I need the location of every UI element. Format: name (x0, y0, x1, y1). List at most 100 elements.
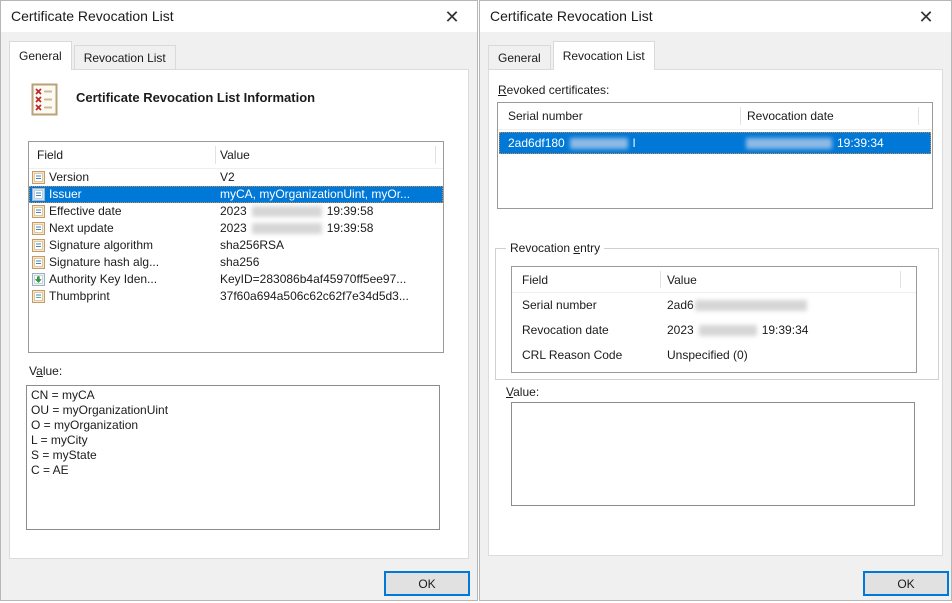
field-value: 2ad6 (667, 298, 812, 312)
value-line: C = AE (31, 463, 435, 478)
value-line: OU = myOrganizationUint (31, 403, 435, 418)
certificate-field-icon (32, 188, 45, 201)
window-title: Certificate Revocation List (11, 8, 174, 24)
window-title: Certificate Revocation List (490, 8, 653, 24)
column-divider[interactable] (740, 107, 741, 125)
table-row-effective-date[interactable]: Effective date 2023 19:39:58 (29, 203, 443, 220)
tab-strip: General Revocation List (488, 41, 657, 70)
ok-button[interactable]: OK (863, 571, 949, 596)
tab-general[interactable]: General (488, 45, 551, 70)
field-name: Signature hash alg... (49, 255, 159, 269)
redacted-text (695, 300, 807, 311)
certificate-field-icon (32, 239, 45, 252)
table-row-next-update[interactable]: Next update 2023 19:39:58 (29, 220, 443, 237)
extension-download-icon (32, 273, 45, 286)
redacted-text (699, 325, 757, 336)
revocation-date-cell: 19:39:34 (741, 136, 884, 150)
field-name: Version (49, 170, 89, 184)
table-row-authority-key-identifier[interactable]: Authority Key Iden... KeyID=283086b4af45… (29, 271, 443, 288)
titlebar[interactable]: Certificate Revocation List ✕ (480, 1, 951, 32)
field-value: KeyID=283086b4af45970ff5ee97... (220, 272, 406, 286)
column-divider[interactable] (215, 146, 216, 164)
list-header: Field Value (512, 267, 916, 293)
certificate-field-icon (32, 171, 45, 184)
column-header-serial[interactable]: Serial number (508, 103, 583, 129)
value-line: O = myOrganization (31, 418, 435, 433)
tab-strip: General Revocation List (9, 41, 178, 70)
field-value: sha256 (220, 255, 259, 269)
revocation-entry-label: Revocation entry (506, 241, 604, 255)
field-name: Signature algorithm (49, 238, 153, 252)
crl-fields-list[interactable]: Field Value Version V2 Issuer myCA, myOr… (28, 141, 444, 353)
ok-button[interactable]: OK (384, 571, 470, 596)
column-divider[interactable] (900, 271, 901, 288)
tab-revocation-list[interactable]: Revocation List (553, 41, 655, 70)
page-title: Certificate Revocation List Information (76, 90, 315, 105)
close-icon[interactable]: ✕ (439, 4, 465, 30)
field-value: 37f60a694a506c62c62f7e34d5d3... (220, 289, 409, 303)
revocation-entry-table[interactable]: Field Value Serial number 2ad6 Revoca (511, 266, 917, 373)
field-value: Unspecified (0) (667, 348, 748, 362)
revoked-certificate-row-selected[interactable]: 2ad6df180 l 19:39:34 (499, 132, 931, 154)
crl-dialog-general: Certificate Revocation List ✕ General Re… (0, 0, 478, 601)
table-row-signature-algorithm[interactable]: Signature algorithm sha256RSA (29, 237, 443, 254)
redacted-text (252, 223, 322, 234)
redacted-text (570, 138, 628, 149)
column-divider[interactable] (435, 146, 436, 164)
certificate-field-icon (32, 290, 45, 303)
entry-row-crl-reason-code[interactable]: CRL Reason Code Unspecified (0) (512, 343, 916, 368)
field-value: 2023 19:39:58 (220, 221, 373, 235)
table-row-version[interactable]: Version V2 (29, 169, 443, 186)
column-divider[interactable] (660, 271, 661, 288)
certificate-field-icon (32, 222, 45, 235)
tab-revocation-list[interactable]: Revocation List (74, 45, 176, 70)
column-header-value[interactable]: Value (667, 267, 697, 292)
revocation-entry-group: Revocation entry Field Value Serial numb… (495, 248, 939, 380)
serial-number-cell: 2ad6df180 l (508, 136, 635, 150)
revoked-certificates-label: Revoked certificates: (498, 83, 609, 97)
list-header: Field Value (29, 142, 443, 169)
field-name: Effective date (49, 204, 122, 218)
column-header-field[interactable]: Field (522, 267, 548, 292)
field-value: myCA, myOrganizationUint, myOr... (220, 187, 410, 201)
tab-general[interactable]: General (9, 41, 72, 70)
value-line: L = myCity (31, 433, 435, 448)
field-name: CRL Reason Code (522, 348, 622, 362)
value-textarea[interactable] (511, 402, 915, 506)
list-header: Serial number Revocation date (498, 103, 932, 130)
table-row-signature-hash[interactable]: Signature hash alg... sha256 (29, 254, 443, 271)
field-name: Next update (49, 221, 114, 235)
entry-row-revocation-date[interactable]: Revocation date 2023 19:39:34 (512, 318, 916, 343)
field-name: Thumbprint (49, 289, 110, 303)
redacted-text (746, 138, 832, 149)
table-row-issuer-selected[interactable]: Issuer myCA, myOrganizationUint, myOr... (29, 186, 443, 203)
table-row-thumbprint[interactable]: Thumbprint 37f60a694a506c62c62f7e34d5d3.… (29, 288, 443, 305)
revoked-certificates-list[interactable]: Serial number Revocation date 2ad6df180 … (497, 102, 933, 209)
titlebar[interactable]: Certificate Revocation List ✕ (1, 1, 477, 32)
column-header-date[interactable]: Revocation date (747, 103, 834, 129)
column-divider[interactable] (918, 107, 919, 125)
value-line: CN = myCA (31, 388, 435, 403)
field-name: Serial number (522, 298, 597, 312)
screenshot-stage: Certificate Revocation List ✕ General Re… (0, 0, 952, 603)
field-name: Authority Key Iden... (49, 272, 157, 286)
field-name: Revocation date (522, 323, 609, 337)
certificate-field-icon (32, 256, 45, 269)
field-value: sha256RSA (220, 238, 284, 252)
close-icon[interactable]: ✕ (913, 4, 939, 30)
value-textarea[interactable]: CN = myCA OU = myOrganizationUint O = my… (26, 385, 440, 530)
field-value: V2 (220, 170, 235, 184)
field-value: 2023 19:39:58 (220, 204, 373, 218)
field-name: Issuer (49, 187, 82, 201)
entry-row-serial-number[interactable]: Serial number 2ad6 (512, 293, 916, 318)
column-header-field[interactable]: Field (37, 142, 63, 168)
crl-document-icon (31, 83, 58, 121)
value-label: Value: (506, 385, 539, 399)
column-header-value[interactable]: Value (220, 142, 250, 168)
tab-page-revocation-list: Revoked certificates: Serial number Revo… (488, 69, 943, 556)
value-line: S = myState (31, 448, 435, 463)
value-label: Value: (29, 364, 62, 378)
field-value: 2023 19:39:34 (667, 323, 808, 337)
certificate-field-icon (32, 205, 45, 218)
crl-dialog-revocation-list: Certificate Revocation List ✕ General Re… (479, 0, 952, 601)
